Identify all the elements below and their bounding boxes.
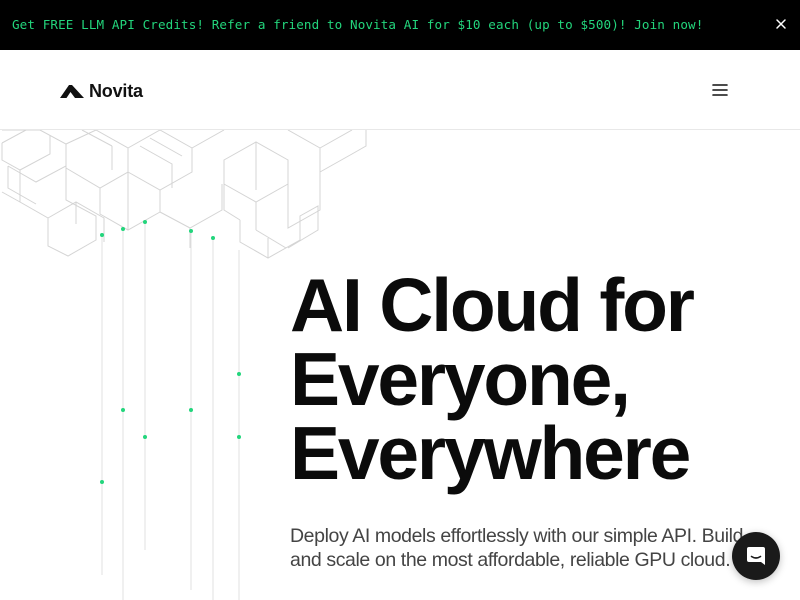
- hamburger-menu-icon[interactable]: [711, 81, 729, 99]
- hero-title-line: AI Cloud for: [290, 263, 695, 347]
- hero-title-line: Everyone,: [290, 337, 631, 421]
- hero-subtitle-line: Deploy AI models effortlessly with our s…: [290, 525, 744, 547]
- novita-logo-mark-icon: [60, 85, 84, 98]
- chat-bubble-icon: [747, 547, 765, 565]
- hero-title: AI Cloud for Everyone, Everywhere: [290, 263, 790, 495]
- hero-title-line: Everywhere: [290, 411, 691, 495]
- close-icon[interactable]: [774, 17, 788, 31]
- promo-link[interactable]: Get FREE LLM API Credits! Refer a friend…: [12, 17, 703, 32]
- site-header: Novita: [0, 50, 800, 130]
- hero-subtitle-line: and scale on the most affordable, reliab…: [290, 549, 731, 571]
- logo-text: Novita: [89, 80, 143, 101]
- chat-launcher-button[interactable]: [732, 532, 780, 580]
- logo[interactable]: Novita: [60, 80, 143, 102]
- hero-subtitle: Deploy AI models effortlessly with our s…: [290, 524, 800, 572]
- promo-banner: Get FREE LLM API Credits! Refer a friend…: [0, 0, 800, 50]
